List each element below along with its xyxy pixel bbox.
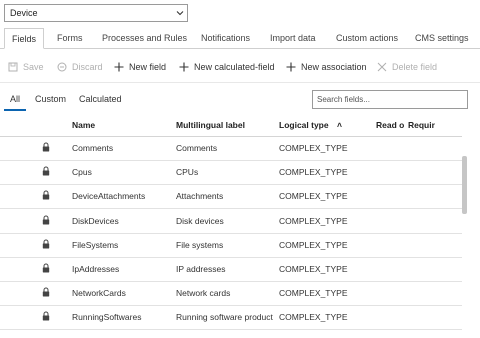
new-association-label: New association bbox=[301, 62, 367, 72]
lock-icon bbox=[42, 166, 50, 178]
row-name: RunningSoftwares bbox=[72, 312, 142, 323]
delete-field-button[interactable]: Delete field bbox=[377, 60, 437, 74]
row-multilingual-label: IP addresses bbox=[176, 264, 226, 274]
row-logical-type: COMPLEX_TYPE bbox=[279, 143, 348, 153]
lock-icon bbox=[42, 287, 50, 299]
lock-icon bbox=[42, 239, 50, 251]
row-name: NetworkCards bbox=[72, 288, 126, 299]
column-header-required[interactable]: Requir bbox=[408, 120, 435, 130]
filter-tab-all[interactable]: All bbox=[10, 94, 20, 104]
scrollbar-thumb[interactable] bbox=[462, 156, 467, 214]
save-icon bbox=[8, 62, 18, 72]
column-header-name[interactable]: Name bbox=[72, 120, 95, 130]
discard-label: Discard bbox=[72, 62, 103, 72]
lock-icon bbox=[42, 190, 50, 202]
row-logical-type: COMPLEX_TYPE bbox=[279, 191, 348, 202]
row-name: Cpus bbox=[72, 167, 92, 178]
tab-custom-actions[interactable]: Custom actions bbox=[336, 28, 398, 48]
discard-button[interactable]: Discard bbox=[57, 60, 103, 74]
row-multilingual-label: Attachments bbox=[176, 191, 224, 202]
entity-select[interactable]: Device bbox=[4, 4, 188, 22]
tab-import-data[interactable]: Import data bbox=[270, 28, 316, 48]
table-header: Name Multilingual label Logical type ˄ R… bbox=[0, 114, 462, 137]
tab-fields[interactable]: Fields bbox=[4, 28, 44, 49]
plus-icon bbox=[179, 62, 189, 72]
column-header-read-only[interactable]: Read o bbox=[376, 120, 404, 130]
row-logical-type: COMPLEX_TYPE bbox=[279, 215, 348, 226]
table-row[interactable]: IpAddresses IP addresses COMPLEX_TYPE bbox=[0, 257, 462, 282]
tab-processes-and-rules[interactable]: Processes and Rules bbox=[102, 28, 187, 48]
new-calculated-field-button[interactable]: New calculated-field bbox=[179, 60, 275, 74]
table-row[interactable]: NetworkCards Network cards COMPLEX_TYPE bbox=[0, 281, 462, 307]
row-multilingual-label: Comments bbox=[176, 143, 218, 153]
tab-bar: Fields Forms Processes and Rules Notific… bbox=[0, 28, 480, 49]
row-logical-type: COMPLEX_TYPE bbox=[279, 167, 348, 178]
plus-icon bbox=[114, 62, 124, 72]
tab-notifications[interactable]: Notifications bbox=[201, 28, 250, 48]
table-row[interactable]: FileSystems File systems COMPLEX_TYPE bbox=[0, 233, 462, 258]
chevron-down-icon bbox=[173, 10, 187, 16]
table-row[interactable]: RunningSoftwares Running software product… bbox=[0, 305, 462, 331]
filter-tab-calculated[interactable]: Calculated bbox=[79, 94, 122, 104]
lock-icon bbox=[42, 311, 50, 323]
row-multilingual-label: Running software product bbox=[176, 312, 273, 323]
new-field-label: New field bbox=[129, 62, 167, 72]
entity-select-value: Device bbox=[10, 8, 38, 18]
row-name: FileSystems bbox=[72, 239, 119, 250]
tab-forms[interactable]: Forms bbox=[57, 28, 83, 48]
tab-cms-settings[interactable]: CMS settings bbox=[415, 28, 469, 48]
lock-icon bbox=[42, 215, 50, 227]
row-name: Comments bbox=[72, 143, 114, 153]
row-multilingual-label: Network cards bbox=[176, 288, 231, 299]
row-multilingual-label: Disk devices bbox=[176, 215, 224, 226]
row-logical-type: COMPLEX_TYPE bbox=[279, 312, 348, 323]
row-name: IpAddresses bbox=[72, 264, 120, 274]
row-name: DiskDevices bbox=[72, 215, 119, 226]
delete-field-label: Delete field bbox=[392, 62, 438, 72]
sort-ascending-icon: ˄ bbox=[337, 120, 342, 130]
row-logical-type: COMPLEX_TYPE bbox=[279, 288, 348, 299]
column-header-multilingual-label[interactable]: Multilingual label bbox=[176, 120, 245, 130]
new-calculated-field-label: New calculated-field bbox=[194, 62, 275, 72]
new-field-button[interactable]: New field bbox=[114, 60, 166, 74]
row-name: DeviceAttachments bbox=[72, 191, 146, 202]
row-multilingual-label: CPUs bbox=[176, 167, 199, 178]
table-row[interactable]: Cpus CPUs COMPLEX_TYPE bbox=[0, 160, 462, 186]
table-row[interactable]: Comments Comments COMPLEX_TYPE bbox=[0, 136, 462, 161]
table-row[interactable]: DiskDevices Disk devices COMPLEX_TYPE bbox=[0, 209, 462, 234]
filter-tab-active-indicator bbox=[4, 109, 26, 111]
toolbar-divider bbox=[0, 82, 480, 83]
close-icon bbox=[377, 62, 387, 72]
table-row[interactable]: DeviceAttachments Attachments COMPLEX_TYPE bbox=[0, 184, 462, 210]
row-logical-type: COMPLEX_TYPE bbox=[279, 264, 348, 274]
row-logical-type: COMPLEX_TYPE bbox=[279, 239, 348, 250]
discard-icon bbox=[57, 62, 67, 72]
new-association-button[interactable]: New association bbox=[286, 60, 367, 74]
search-input[interactable] bbox=[312, 90, 468, 109]
filter-tab-custom[interactable]: Custom bbox=[35, 94, 66, 104]
save-button[interactable]: Save bbox=[8, 60, 44, 74]
row-multilingual-label: File systems bbox=[176, 239, 224, 250]
save-label: Save bbox=[23, 62, 44, 72]
plus-icon bbox=[286, 62, 296, 72]
column-header-logical-type[interactable]: Logical type bbox=[279, 120, 329, 130]
lock-icon bbox=[42, 142, 50, 154]
lock-icon bbox=[42, 263, 50, 275]
